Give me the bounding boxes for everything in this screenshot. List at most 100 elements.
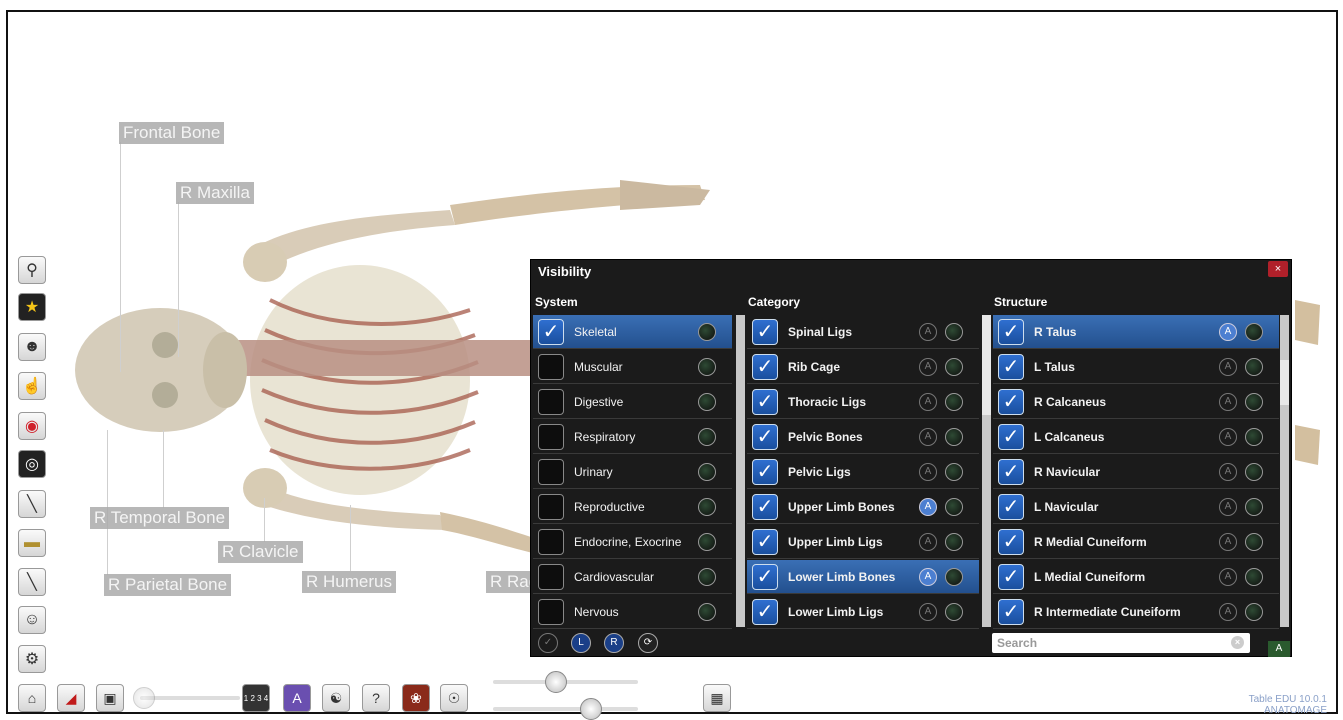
- visibility-checkbox[interactable]: ✓: [752, 318, 778, 345]
- visibility-checkbox[interactable]: [538, 353, 564, 380]
- visibility-checkbox[interactable]: ✓: [538, 318, 564, 345]
- annotation-toggle[interactable]: A: [919, 428, 937, 446]
- label-r-clavicle[interactable]: R Clavicle: [218, 541, 303, 563]
- annotation-toggle[interactable]: A: [1219, 393, 1237, 411]
- visibility-checkbox[interactable]: ✓: [998, 388, 1024, 415]
- clear-search-icon[interactable]: ×: [1231, 636, 1244, 649]
- color-swatch[interactable]: [1245, 428, 1263, 446]
- annotation-toggle[interactable]: A: [919, 358, 937, 376]
- left-side-button[interactable]: L: [571, 633, 591, 653]
- system-row[interactable]: Reproductive: [533, 490, 732, 524]
- color-swatch[interactable]: [945, 358, 963, 376]
- system-row[interactable]: Respiratory: [533, 420, 732, 454]
- system-row[interactable]: ✓ Skeletal: [533, 315, 732, 349]
- annotation-toggle[interactable]: A: [919, 533, 937, 551]
- top-slider-knob[interactable]: [545, 671, 567, 693]
- structure-row[interactable]: ✓ L Calcaneus A: [993, 420, 1279, 454]
- visibility-checkbox[interactable]: [538, 563, 564, 590]
- visibility-checkbox[interactable]: ✓: [752, 388, 778, 415]
- visibility-checkbox[interactable]: ✓: [998, 458, 1024, 485]
- slice-icon[interactable]: ◢: [57, 684, 85, 712]
- close-button[interactable]: ×: [1268, 261, 1288, 277]
- color-swatch[interactable]: [945, 498, 963, 516]
- star-icon[interactable]: ★: [18, 293, 46, 321]
- system-scrollbar[interactable]: [736, 315, 745, 627]
- structure-row[interactable]: ✓ L Talus A: [993, 350, 1279, 384]
- scroll-thumb[interactable]: [1280, 360, 1289, 405]
- category-row[interactable]: ✓ Pelvic Ligs A: [747, 455, 979, 489]
- hide-all-button[interactable]: ✓: [538, 633, 558, 653]
- annotation-toggle[interactable]: A: [919, 568, 937, 586]
- structure-row[interactable]: ✓ R Talus A: [993, 315, 1279, 349]
- annotation-toggle[interactable]: A: [1219, 568, 1237, 586]
- structure-row[interactable]: ✓ R Calcaneus A: [993, 385, 1279, 419]
- category-row[interactable]: ✓ Upper Limb Ligs A: [747, 525, 979, 559]
- visibility-checkbox[interactable]: ✓: [752, 458, 778, 485]
- category-row[interactable]: ✓ Thoracic Ligs A: [747, 385, 979, 419]
- visibility-checkbox[interactable]: ✓: [752, 563, 778, 590]
- face-icon[interactable]: ☻: [18, 333, 46, 361]
- color-swatch[interactable]: [698, 323, 716, 341]
- structure-row[interactable]: ✓ L Navicular A: [993, 490, 1279, 524]
- category-row[interactable]: ✓ Rib Cage A: [747, 350, 979, 384]
- record-icon[interactable]: ◉: [18, 412, 46, 440]
- table-icon[interactable]: ▣: [96, 684, 124, 712]
- color-swatch[interactable]: [698, 603, 716, 621]
- visibility-checkbox[interactable]: ✓: [998, 353, 1024, 380]
- color-swatch[interactable]: [1245, 323, 1263, 341]
- label-r-parietal-bone[interactable]: R Parietal Bone: [104, 574, 232, 596]
- label-r-temporal-bone[interactable]: R Temporal Bone: [90, 507, 230, 529]
- corner-a-button[interactable]: A: [1268, 641, 1290, 657]
- structure-scrollbar[interactable]: [1280, 315, 1289, 627]
- annotation-toggle[interactable]: A: [1219, 428, 1237, 446]
- label-r-maxilla[interactable]: R Maxilla: [176, 182, 254, 204]
- gear-icon[interactable]: ⚙: [18, 645, 46, 673]
- visibility-checkbox[interactable]: ✓: [752, 423, 778, 450]
- color-swatch[interactable]: [945, 603, 963, 621]
- color-swatch[interactable]: [698, 393, 716, 411]
- hand-icon[interactable]: ☝: [18, 372, 46, 400]
- dial-icon[interactable]: ◎: [18, 450, 46, 478]
- color-swatch[interactable]: [698, 568, 716, 586]
- visibility-checkbox[interactable]: ✓: [752, 598, 778, 625]
- eye-icon[interactable]: ☉: [440, 684, 468, 712]
- system-row[interactable]: Cardiovascular: [533, 560, 732, 594]
- annotation-toggle[interactable]: A: [1219, 533, 1237, 551]
- color-swatch[interactable]: [945, 463, 963, 481]
- font-icon[interactable]: A: [283, 684, 311, 712]
- annotation-toggle[interactable]: A: [919, 323, 937, 341]
- grid-icon[interactable]: ▦: [703, 684, 731, 712]
- right-side-button[interactable]: R: [604, 633, 624, 653]
- visibility-checkbox[interactable]: [538, 598, 564, 625]
- visibility-checkbox[interactable]: [538, 528, 564, 555]
- tissue-icon[interactable]: ❀: [402, 684, 430, 712]
- color-swatch[interactable]: [698, 533, 716, 551]
- visibility-checkbox[interactable]: ✓: [998, 423, 1024, 450]
- color-swatch[interactable]: [698, 428, 716, 446]
- color-swatch[interactable]: [945, 393, 963, 411]
- home-icon[interactable]: ⌂: [18, 684, 46, 712]
- color-swatch[interactable]: [698, 463, 716, 481]
- scalpel-icon[interactable]: ╲: [18, 490, 46, 518]
- category-row[interactable]: ✓ Spinal Ligs A: [747, 315, 979, 349]
- fraction-icon[interactable]: 1 2 3 4: [242, 684, 270, 712]
- visibility-checkbox[interactable]: ✓: [998, 598, 1024, 625]
- annotation-toggle[interactable]: A: [1219, 323, 1237, 341]
- system-row[interactable]: Endocrine, Exocrine: [533, 525, 732, 559]
- category-row[interactable]: ✓ Pelvic Bones A: [747, 420, 979, 454]
- visibility-checkbox[interactable]: ✓: [998, 528, 1024, 555]
- color-swatch[interactable]: [945, 428, 963, 446]
- visibility-checkbox[interactable]: [538, 493, 564, 520]
- color-swatch[interactable]: [1245, 358, 1263, 376]
- visibility-checkbox[interactable]: [538, 388, 564, 415]
- visibility-checkbox[interactable]: ✓: [998, 493, 1024, 520]
- system-row[interactable]: Muscular: [533, 350, 732, 384]
- system-row[interactable]: Nervous: [533, 595, 732, 629]
- opacity-slider-knob[interactable]: [133, 687, 155, 709]
- ruler-icon[interactable]: ▬: [18, 529, 46, 557]
- quiz-icon[interactable]: ?: [362, 684, 390, 712]
- visibility-checkbox[interactable]: [538, 458, 564, 485]
- annotation-toggle[interactable]: A: [919, 498, 937, 516]
- label-r-humerus[interactable]: R Humerus: [302, 571, 396, 593]
- structure-row[interactable]: ✓ R Medial Cuneiform A: [993, 525, 1279, 559]
